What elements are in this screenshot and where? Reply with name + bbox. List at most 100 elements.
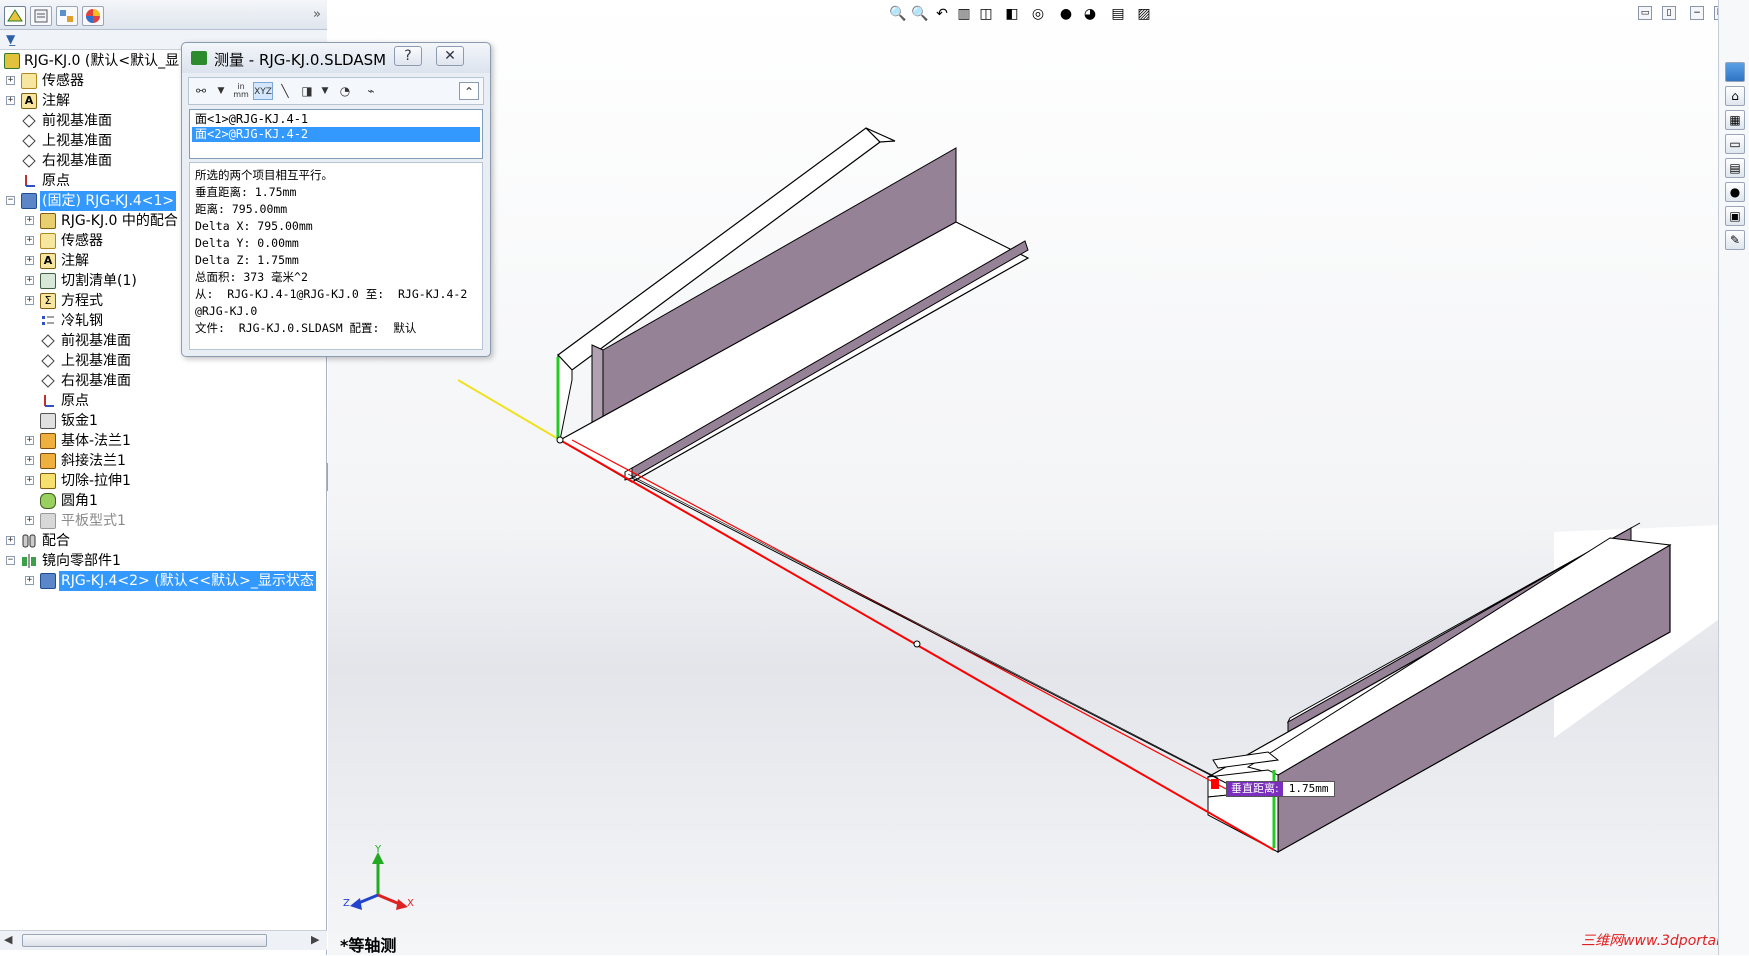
tree-label: 平板型式1 [61,513,126,529]
tree-label: 右视基准面 [61,373,131,389]
section-view-icon[interactable]: ▥ [954,4,974,24]
expand-icon[interactable]: + [25,216,34,225]
view-orientation-icon[interactable]: ◫ [976,4,996,24]
result-line: @RJG-KJ.0 [195,304,258,318]
sensor-icon [21,73,37,89]
expand-icon[interactable]: + [25,436,34,445]
expand-icon[interactable]: + [25,456,34,465]
design-library-icon[interactable]: ▦ [1725,110,1745,130]
projected-on-icon[interactable]: ◨ [297,82,317,100]
collapse-icon[interactable]: − [6,556,15,565]
tree-label: RJG-KJ.0 (默认<默认_显 [24,53,180,69]
file-explorer-icon[interactable]: ▭ [1725,134,1745,154]
fillet-icon [40,493,56,509]
tree-label: 注解 [61,253,89,269]
feature-manager-tab-icon[interactable] [4,6,26,26]
model-scene[interactable]: Y X Z [328,0,1718,955]
cut-extrude-icon [40,473,56,489]
property-manager-tab-icon[interactable] [30,6,52,26]
scroll-thumb[interactable] [22,934,267,947]
plane-icon [21,133,37,149]
display-style-icon[interactable]: ◧ [1002,4,1022,24]
origin-icon [40,393,56,409]
sensor-icon [40,233,56,249]
edit-appearance-icon[interactable]: ● [1056,4,1076,24]
tree-label: 钣金1 [61,413,98,429]
measurement-history-icon[interactable]: ◔ [335,82,355,100]
expand-icon[interactable]: + [25,276,34,285]
units-precision-icon[interactable]: in mm [231,82,251,100]
expand-icon[interactable]: + [6,76,15,85]
minimize-icon[interactable]: − [1690,6,1704,20]
dimension-value: 1.75mm [1288,782,1329,795]
graphics-area[interactable]: Y X Z 🔍 🔍 ↶ ▥ ◫ ◧ ◎ ● ◕ ▤ ▨ ▭ ▯ − ❐ ✕ *等… [328,0,1749,955]
expand-icon[interactable]: + [6,96,15,105]
tree-label: RJG-KJ.4<2> (默认<<默认>_显示状态 [59,571,316,591]
expand-icon[interactable]: + [25,236,34,245]
forum-icon[interactable]: ✎ [1725,230,1745,250]
scroll-left-icon[interactable]: ◀ [4,933,12,946]
apply-scene-icon[interactable]: ◕ [1080,4,1100,24]
tree-label: 斜接法兰1 [61,453,126,469]
tree-label: 传感器 [42,73,84,89]
close-button[interactable]: ✕ [436,46,464,66]
dimension-label: 垂直距离: [1227,782,1283,796]
tile-horizontal-icon[interactable]: ▭ [1638,6,1652,20]
measure-toolbar: ⚯ ▼ in mm XYZ ╲ ◨ ▼ ◔ ⌁ ⌃ [188,77,484,105]
panel-tabs: » [0,0,327,30]
scroll-right-icon[interactable]: ▶ [311,933,319,946]
zoom-to-fit-icon[interactable]: 🔍 [888,4,908,24]
dropdown-arrow-icon[interactable]: ▼ [211,82,231,100]
expand-icon[interactable]: + [25,296,34,305]
realview-icon[interactable]: ▨ [1134,4,1154,24]
dimension-tag[interactable]: 垂直距离: 1.75mm [1226,781,1336,797]
miter-flange-icon [40,453,56,469]
origin-icon [21,173,37,189]
result-line: Delta Z: 1.75mm [195,253,299,267]
expand-icon[interactable]: + [25,256,34,265]
mates-icon [40,213,56,229]
xyz-measure-icon[interactable]: XYZ [253,82,273,100]
point-to-point-icon[interactable]: ╲ [275,82,295,100]
help-button[interactable]: ? [394,46,422,66]
selection-item[interactable]: 面<1>@RJG-KJ.4-1 [192,112,480,127]
view-palette-icon[interactable]: ▤ [1725,158,1745,178]
tile-vertical-icon[interactable]: ▯ [1662,6,1676,20]
tree-label: 传感器 [61,233,103,249]
selection-item[interactable]: 面<2>@RJG-KJ.4-2 [192,127,480,142]
expand-icon[interactable]: + [25,476,34,485]
view-settings-icon[interactable]: ▤ [1108,4,1128,24]
expand-icon[interactable]: + [25,576,34,585]
hide-show-icon[interactable]: ◎ [1028,4,1048,24]
result-line: 从: RJG-KJ.4-1@RJG-KJ.0 至: RJG-KJ.4-2 [195,287,468,301]
previous-view-icon[interactable]: ↶ [932,4,952,24]
task-pane-strip: ⌂ ▦ ▭ ▤ ● ▣ ✎ [1718,0,1749,955]
collapse-dialog-icon[interactable]: ⌃ [459,82,479,100]
filter-icon[interactable]: ▼̲ [6,32,15,46]
part-icon [21,193,37,209]
display-manager-tab-icon[interactable] [82,6,104,26]
plane-icon [40,333,56,349]
zoom-to-area-icon[interactable]: 🔍 [910,4,930,24]
expand-icon[interactable]: + [6,536,15,545]
panel-expand-icon[interactable]: » [313,7,321,22]
tree-label: 基体-法兰1 [61,433,131,449]
material-icon [40,313,56,329]
selection-list[interactable]: 面<1>@RJG-KJ.4-1 面<2>@RJG-KJ.4-2 [189,109,483,159]
configuration-manager-tab-icon[interactable] [56,6,78,26]
home-icon[interactable]: ⌂ [1725,86,1745,106]
dropdown-arrow-icon[interactable]: ▼ [315,82,335,100]
solidworks-resources-icon[interactable] [1725,62,1745,82]
create-sensor-icon[interactable]: ⌁ [361,82,381,100]
expand-icon[interactable]: + [25,516,34,525]
custom-properties-icon[interactable]: ▣ [1725,206,1745,226]
triad-z-label: Z [343,898,350,909]
collapse-icon[interactable]: − [6,196,15,205]
tree-label: RJG-KJ.0 中的配合 [61,213,178,229]
dialog-titlebar[interactable]: 测量 - RJG-KJ.0.SLDASM ? ✕ [182,43,490,73]
result-line: 总面积: 373 毫米^2 [195,270,308,284]
appearances-icon[interactable]: ● [1725,182,1745,202]
arc-circle-measure-icon[interactable]: ⚯ [191,82,211,100]
tree-label: 原点 [61,393,89,409]
horizontal-scrollbar[interactable]: ◀ ▶ [0,930,327,950]
